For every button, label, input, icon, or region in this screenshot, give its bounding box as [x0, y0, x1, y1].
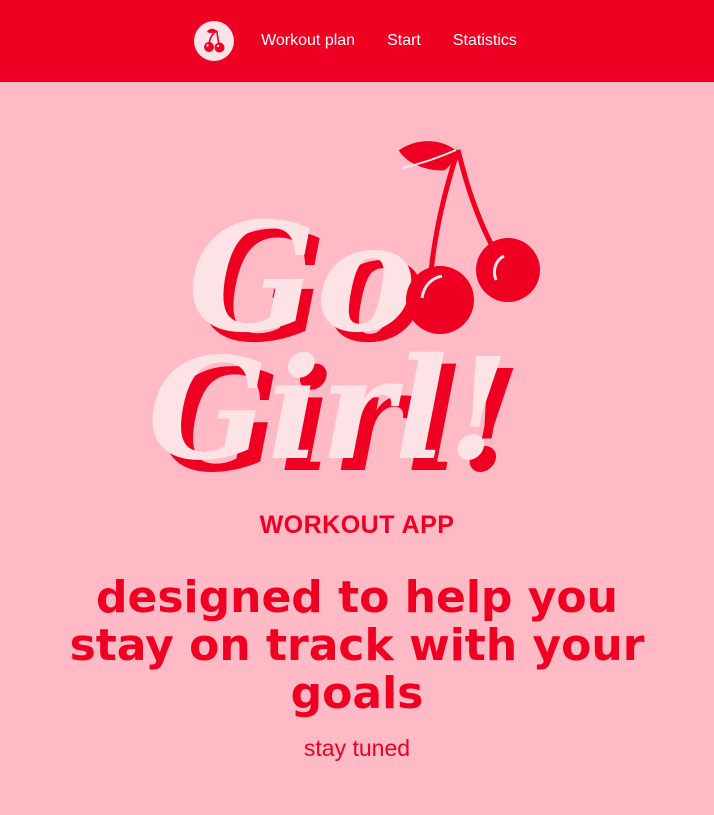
top-navbar: Workout plan Start Statistics — [0, 0, 714, 82]
cherry-icon — [204, 28, 225, 53]
go-girl-logo: Go Go Girl! Girl! — [140, 140, 580, 504]
hero-headline: designed to help you stay on track with … — [69, 572, 645, 719]
nav-container: Workout plan Start Statistics — [194, 21, 517, 61]
hero-tagline: stay tuned — [303, 735, 411, 761]
nav-link-statistics[interactable]: Statistics — [453, 32, 517, 50]
nav-logo[interactable] — [194, 21, 235, 61]
app-subtitle: WORKOUT APP — [259, 511, 455, 539]
svg-text:Girl!: Girl! — [148, 328, 509, 490]
nav-link-workout-plan[interactable]: Workout plan — [261, 32, 355, 50]
nav-link-start[interactable]: Start — [387, 32, 421, 50]
logo-text-girl: Girl! Girl! — [148, 328, 521, 504]
